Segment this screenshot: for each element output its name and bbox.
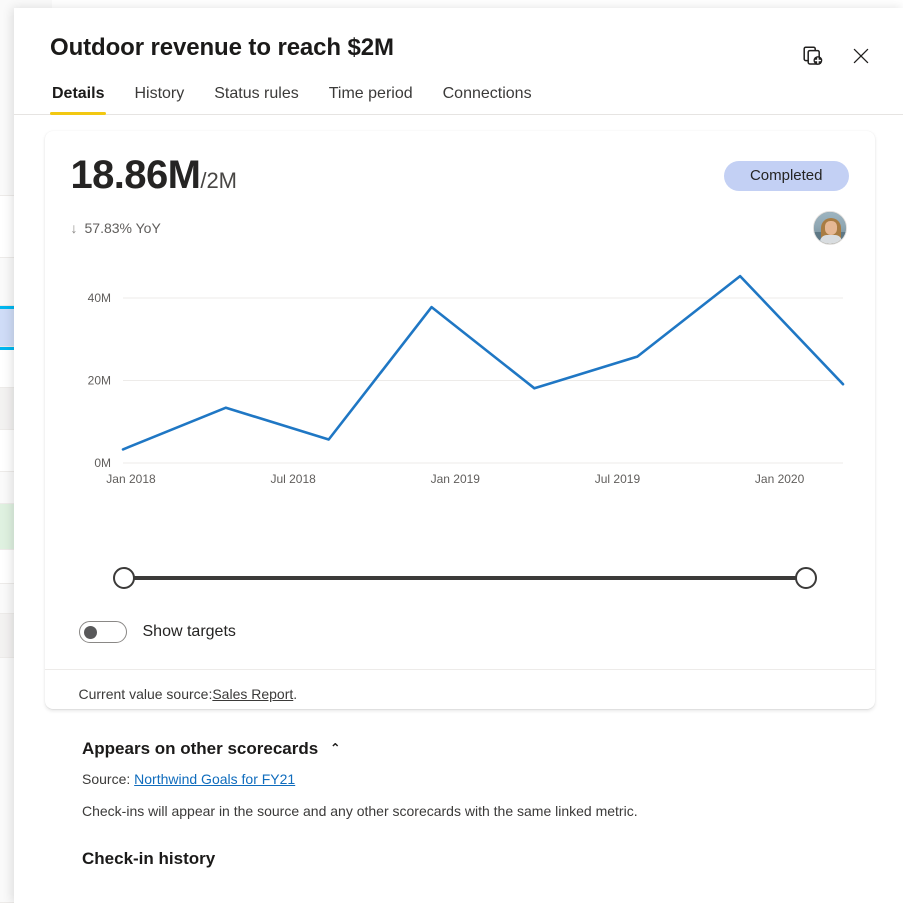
metric-details-panel: Outdoor revenue to reach $2M Details His… (14, 8, 903, 903)
range-slider-handle-end[interactable] (794, 566, 817, 589)
show-targets-label: Show targets (142, 622, 236, 640)
chart-y-tick-label: 40M (87, 291, 110, 305)
avatar-body (819, 234, 842, 244)
add-to-scorecard-icon[interactable] (799, 42, 827, 70)
range-slider-track[interactable] (128, 575, 801, 580)
avatar-face (824, 220, 837, 235)
appears-source-label: Source: (82, 770, 131, 787)
avatar[interactable] (812, 210, 847, 245)
chart-x-tick-label: Jan 2019 (430, 472, 480, 486)
chart-line-series (121, 274, 844, 451)
current-value-source: Current value source:Sales Report. (71, 670, 849, 702)
toggle-knob (83, 625, 97, 639)
current-value-source-suffix: . (293, 685, 298, 702)
chart-x-tick-label: Jan 2020 (754, 472, 804, 486)
chart-x-tick-label: Jan 2018 (106, 472, 156, 486)
tab-status-rules[interactable]: Status rules (212, 85, 300, 114)
chart-x-tick-label: Jul 2018 (270, 472, 316, 486)
chart-y-axis-labels: 0M 20M 40M (87, 291, 110, 470)
chart-svg: 0M 20M 40M Jan 2018 Jul 2018 Jan 2019 Jul 201… (87, 274, 844, 486)
arrow-down-icon: ↓ (70, 219, 78, 236)
tab-details[interactable]: Details (50, 85, 107, 115)
sales-report-link[interactable]: Sales Report (212, 686, 293, 702)
panel-header: Outdoor revenue to reach $2M (14, 8, 903, 65)
page-title: Outdoor revenue to reach $2M (50, 34, 394, 61)
chevron-up-icon[interactable]: ⌃ (330, 741, 340, 755)
tab-connections[interactable]: Connections (441, 85, 534, 114)
kpi-current-value: 18.86M (70, 152, 201, 197)
kpi-target-value: /2M (200, 167, 238, 193)
tab-time-period[interactable]: Time period (327, 85, 415, 114)
chart-x-tick-label: Jul 2019 (594, 472, 640, 486)
status-badge[interactable]: Completed (723, 160, 849, 192)
show-targets-toggle[interactable] (78, 620, 127, 643)
panel-body: 18.86M/2M Completed ↓ 57.83% YoY 0M 20M … (14, 115, 903, 869)
chart-y-tick-label: 20M (87, 373, 110, 387)
chart-x-axis-labels: Jan 2018 Jul 2018 Jan 2019 Jul 2019 Jan 2020 (106, 472, 804, 486)
trend-row: ↓ 57.83% YoY (71, 210, 849, 245)
check-in-history-title: Check-in history (82, 848, 216, 868)
chart-y-tick-label: 0M (94, 456, 111, 470)
sections: Appears on other scorecards ⌃ Source: No… (42, 709, 877, 869)
range-slider-handle-start[interactable] (112, 566, 135, 589)
show-targets-row: Show targets (78, 620, 849, 643)
chart-gridlines (122, 297, 843, 464)
value-row: 18.86M/2M Completed (71, 155, 849, 195)
close-icon[interactable] (847, 42, 875, 70)
metric-card: 18.86M/2M Completed ↓ 57.83% YoY 0M 20M … (44, 130, 875, 709)
appears-source-row: Source: Northwind Goals for FY21 (82, 771, 851, 787)
time-range-slider[interactable] (105, 563, 825, 593)
northwind-goals-link[interactable]: Northwind Goals for FY21 (134, 771, 295, 787)
current-value-source-label: Current value source: (78, 685, 213, 702)
tab-bar: Details History Status rules Time period… (14, 63, 903, 115)
trend-chart[interactable]: 0M 20M 40M Jan 2018 Jul 2018 Jan 2019 Jul 201… (71, 259, 849, 559)
appears-on-other-scorecards-header: Appears on other scorecards ⌃ (82, 739, 851, 759)
kpi-trend: ↓ 57.83% YoY (71, 220, 161, 236)
kpi-trend-label: 57.83% YoY (84, 219, 161, 236)
header-actions (799, 42, 875, 70)
kpi-value-group: 18.86M/2M (71, 155, 238, 195)
tab-history[interactable]: History (132, 85, 186, 114)
appears-note: Check-ins will appear in the source and … (82, 802, 638, 819)
appears-on-other-scorecards-title: Appears on other scorecards (82, 738, 319, 758)
